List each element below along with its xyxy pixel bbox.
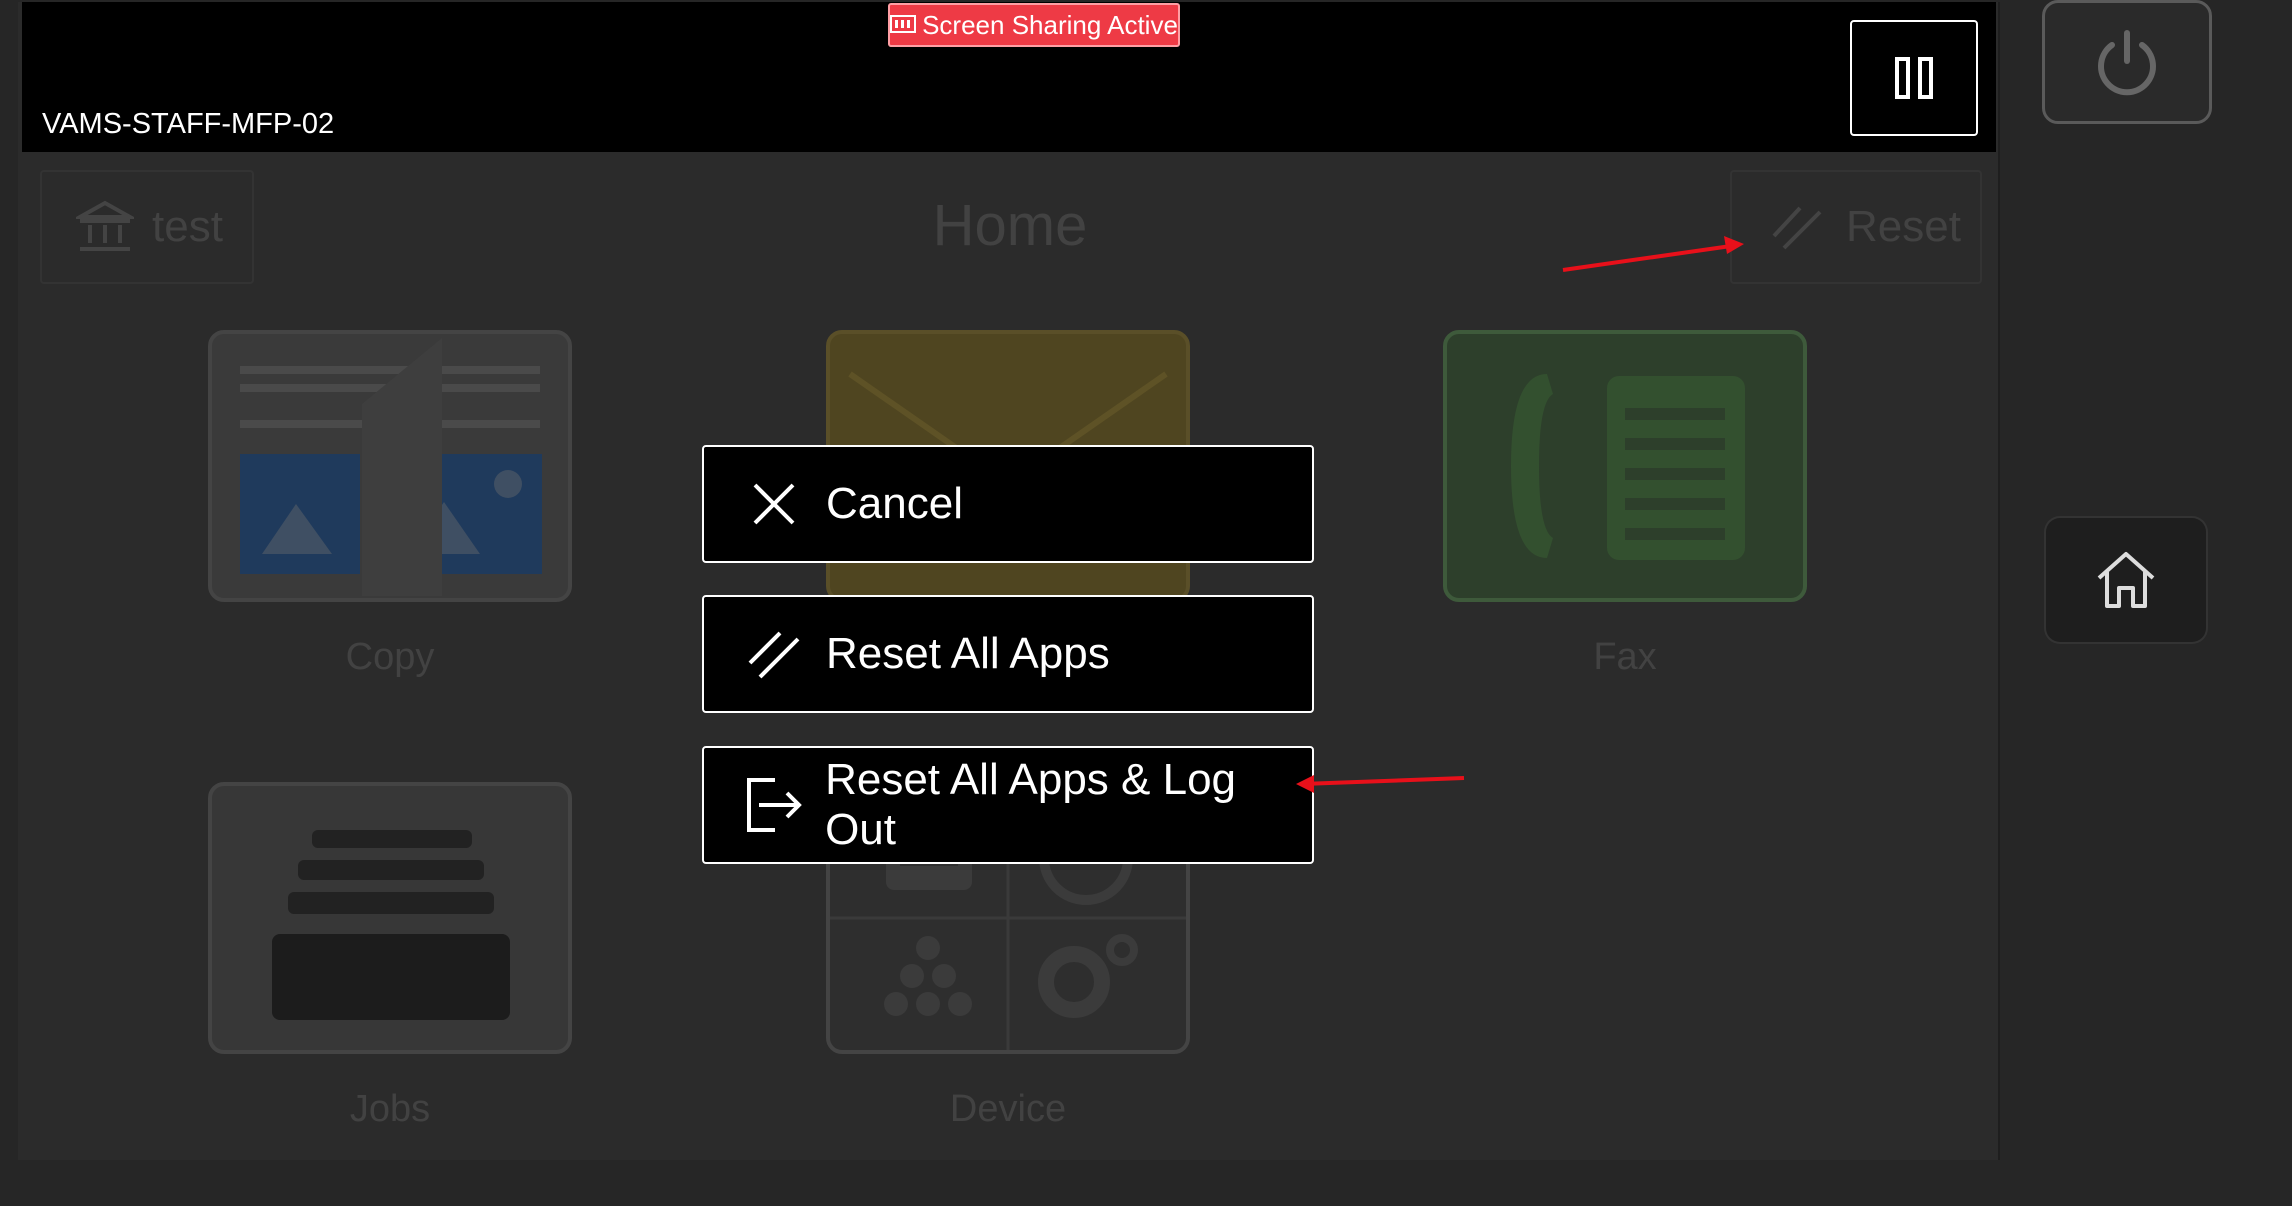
reset-all-logout-label: Reset All Apps & Log Out <box>825 755 1237 854</box>
jobs-tray-icon <box>272 830 510 1020</box>
reset-button[interactable]: Reset <box>1730 170 1982 284</box>
cancel-label: Cancel <box>826 479 963 528</box>
logout-icon <box>742 773 805 837</box>
reset-all-apps-label: Reset All Apps <box>826 629 1110 678</box>
account-chip[interactable]: test <box>40 170 254 284</box>
jobs-app-tile[interactable] <box>208 782 572 1054</box>
pause-icon <box>1895 57 1933 99</box>
jobs-app-label: Jobs <box>349 1088 431 1130</box>
pause-button[interactable] <box>1850 20 1978 136</box>
account-label: test <box>152 202 223 251</box>
close-icon <box>742 472 806 536</box>
fax-icon <box>1511 374 1745 560</box>
banner-text: Screen Sharing Active <box>922 9 1178 40</box>
screen-share-icon <box>890 10 917 41</box>
home-hardware-button[interactable] <box>2046 518 2206 642</box>
reset-all-apps-button[interactable]: Reset All Apps <box>702 595 1314 713</box>
copy-app-tile[interactable] <box>208 330 572 602</box>
reset-label: Reset <box>1846 202 1961 251</box>
power-icon <box>2098 30 2156 96</box>
home-icon <box>2097 552 2155 608</box>
cancel-button[interactable]: Cancel <box>702 445 1314 563</box>
bank-icon <box>76 200 134 251</box>
device-app-label: Device <box>949 1088 1067 1130</box>
reset-all-logout-button[interactable]: Reset All Apps & Log Out <box>702 746 1314 864</box>
copy-icon <box>240 338 542 596</box>
reset-slash-icon <box>1772 206 1822 250</box>
power-button[interactable] <box>2042 0 2212 124</box>
reset-slash-icon <box>742 622 806 686</box>
device-name: VAMS-STAFF-MFP-02 <box>42 108 335 140</box>
copy-app-label: Copy <box>345 636 435 678</box>
fax-app-tile[interactable] <box>1443 330 1807 602</box>
screen-sharing-banner: Screen Sharing Active <box>888 3 1180 47</box>
fax-app-label: Fax <box>1593 636 1657 678</box>
page-title: Home <box>932 193 1088 258</box>
